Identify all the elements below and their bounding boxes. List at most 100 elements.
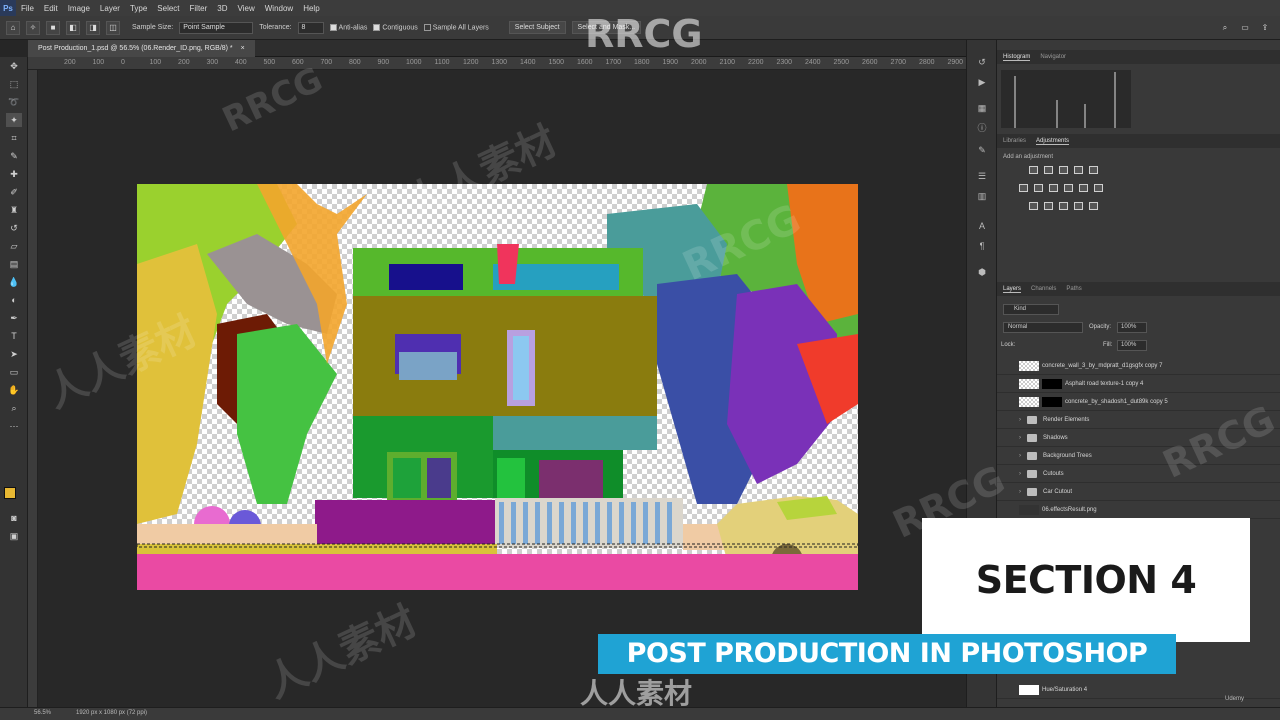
- invert-icon[interactable]: [1029, 202, 1038, 210]
- path-selection-icon[interactable]: ➤: [6, 347, 22, 361]
- zoom-level[interactable]: 56.5%: [34, 710, 51, 716]
- threshold-icon[interactable]: [1059, 202, 1068, 210]
- color-icon[interactable]: ▦: [976, 102, 988, 114]
- black-white-icon[interactable]: [1049, 184, 1058, 192]
- menu-3d[interactable]: 3D: [212, 4, 232, 13]
- hand-tool-icon[interactable]: ✋: [6, 383, 22, 397]
- tab-channels[interactable]: Channels: [1031, 286, 1056, 292]
- zoom-tool-icon[interactable]: ⌕: [6, 401, 22, 415]
- color-lookup-icon[interactable]: [1094, 184, 1103, 192]
- selective-color-icon[interactable]: [1089, 202, 1098, 210]
- sample-size-select[interactable]: Point Sample: [179, 21, 254, 34]
- layer-row[interactable]: Asphalt road texture-1 copy 4: [997, 376, 1280, 393]
- history-brush-icon[interactable]: ↺: [6, 221, 22, 235]
- layer-row[interactable]: 06.effectsResult.png: [997, 502, 1280, 519]
- channel-mixer-icon[interactable]: [1079, 184, 1088, 192]
- share-icon[interactable]: ⇪: [1258, 21, 1272, 35]
- menu-filter[interactable]: Filter: [185, 4, 213, 13]
- blend-mode-select[interactable]: Normal: [1003, 322, 1083, 333]
- magic-wand-preset-icon[interactable]: ✧: [26, 20, 40, 35]
- vibrance-icon[interactable]: [1089, 166, 1098, 174]
- clone-stamp-tool-icon[interactable]: ♜: [6, 203, 22, 217]
- layer-group-row[interactable]: › Cutouts: [997, 466, 1280, 483]
- tab-paths[interactable]: Paths: [1066, 286, 1081, 292]
- sample-all-layers-checkbox[interactable]: Sample All Layers: [423, 23, 489, 31]
- chevron-right-icon[interactable]: ›: [1019, 453, 1027, 459]
- tolerance-input[interactable]: 8: [297, 21, 324, 34]
- marquee-tool-icon[interactable]: ⬚: [6, 77, 22, 91]
- paragraph-icon[interactable]: ¶: [976, 240, 988, 252]
- levels-icon[interactable]: [1044, 166, 1053, 174]
- opacity-input[interactable]: 100%: [1117, 322, 1147, 333]
- menu-help[interactable]: Help: [298, 4, 324, 13]
- shape-tool-icon[interactable]: ▭: [6, 365, 22, 379]
- close-icon[interactable]: ×: [241, 45, 245, 52]
- chevron-right-icon[interactable]: ›: [1019, 489, 1027, 495]
- chevron-right-icon[interactable]: ›: [1019, 417, 1027, 423]
- chevron-right-icon[interactable]: ›: [1019, 471, 1027, 477]
- brushes-icon[interactable]: ✎: [976, 144, 988, 156]
- blur-tool-icon[interactable]: 💧: [6, 275, 22, 289]
- lasso-tool-icon[interactable]: ➰: [6, 95, 22, 109]
- properties-icon[interactable]: ☰: [976, 170, 988, 182]
- menu-type[interactable]: Type: [125, 4, 152, 13]
- tab-histogram[interactable]: Histogram: [1003, 54, 1031, 61]
- curves-icon[interactable]: [1059, 166, 1068, 174]
- brush-tool-icon[interactable]: ✐: [6, 185, 22, 199]
- fill-input[interactable]: 100%: [1117, 340, 1147, 351]
- gradient-map-icon[interactable]: [1074, 202, 1083, 210]
- home-icon[interactable]: ⌂: [6, 20, 20, 35]
- menu-select[interactable]: Select: [152, 4, 184, 13]
- layer-group-row[interactable]: › Car Cutout: [997, 484, 1280, 501]
- tab-libraries[interactable]: Libraries: [1003, 138, 1026, 144]
- menu-file[interactable]: File: [16, 4, 39, 13]
- contiguous-checkbox[interactable]: Contiguous: [373, 23, 418, 31]
- quick-mask-icon[interactable]: ◙: [6, 511, 22, 525]
- tab-layers[interactable]: Layers: [1003, 286, 1022, 293]
- hue-saturation-icon[interactable]: [1019, 184, 1028, 192]
- document-tab[interactable]: Post Production_1.psd @ 56.5% (06.Render…: [28, 40, 255, 57]
- foreground-color-swatch[interactable]: [4, 487, 16, 499]
- chevron-right-icon[interactable]: ›: [1019, 435, 1027, 441]
- actions-icon[interactable]: ▶: [976, 76, 988, 88]
- anti-alias-checkbox[interactable]: Anti-alias: [329, 23, 367, 31]
- pen-tool-icon[interactable]: ✒: [6, 311, 22, 325]
- gradient-tool-icon[interactable]: ▤: [6, 257, 22, 271]
- info-icon[interactable]: ⓘ: [976, 122, 988, 134]
- eraser-tool-icon[interactable]: ▱: [6, 239, 22, 253]
- menu-view[interactable]: View: [233, 4, 260, 13]
- tab-navigator[interactable]: Navigator: [1040, 54, 1066, 60]
- menu-layer[interactable]: Layer: [95, 4, 125, 13]
- move-tool-icon[interactable]: ✥: [6, 59, 22, 73]
- exposure-icon[interactable]: [1074, 166, 1083, 174]
- healing-tool-icon[interactable]: ✚: [6, 167, 22, 181]
- dodge-tool-icon[interactable]: ◐: [6, 293, 22, 307]
- layer-row[interactable]: concrete_wall_3_by_mdpratt_d1gsgfx copy …: [997, 358, 1280, 375]
- more-tools-icon[interactable]: ⋯: [6, 419, 22, 433]
- eyedropper-tool-icon[interactable]: ✎: [6, 149, 22, 163]
- search-icon[interactable]: ⌕: [1218, 21, 1232, 35]
- subtract-selection-icon[interactable]: ◨: [86, 20, 100, 35]
- menu-window[interactable]: Window: [260, 4, 298, 13]
- tab-adjustments[interactable]: Adjustments: [1036, 138, 1070, 145]
- intersect-selection-icon[interactable]: ◫: [106, 20, 120, 35]
- crop-tool-icon[interactable]: ⌗: [6, 131, 22, 145]
- character-icon[interactable]: A: [976, 220, 988, 232]
- new-selection-icon[interactable]: ■: [46, 20, 60, 35]
- workspace-icon[interactable]: ▭: [1238, 21, 1252, 35]
- kind-filter[interactable]: Kind: [1003, 304, 1059, 315]
- posterize-icon[interactable]: [1044, 202, 1053, 210]
- brightness-icon[interactable]: [1029, 166, 1038, 174]
- menu-image[interactable]: Image: [63, 4, 95, 13]
- screen-mode-icon[interactable]: ▣: [6, 529, 22, 543]
- history-icon[interactable]: ↺: [976, 56, 988, 68]
- menu-edit[interactable]: Edit: [39, 4, 63, 13]
- add-selection-icon[interactable]: ◧: [66, 20, 80, 35]
- swatches-icon[interactable]: ▥: [976, 190, 988, 202]
- color-balance-icon[interactable]: [1034, 184, 1043, 192]
- select-subject-button[interactable]: Select Subject: [508, 21, 566, 34]
- magic-wand-tool-icon[interactable]: ✦: [6, 113, 22, 127]
- photo-filter-icon[interactable]: [1064, 184, 1073, 192]
- 3d-icon[interactable]: ⬢: [976, 266, 988, 278]
- type-tool-icon[interactable]: T: [6, 329, 22, 343]
